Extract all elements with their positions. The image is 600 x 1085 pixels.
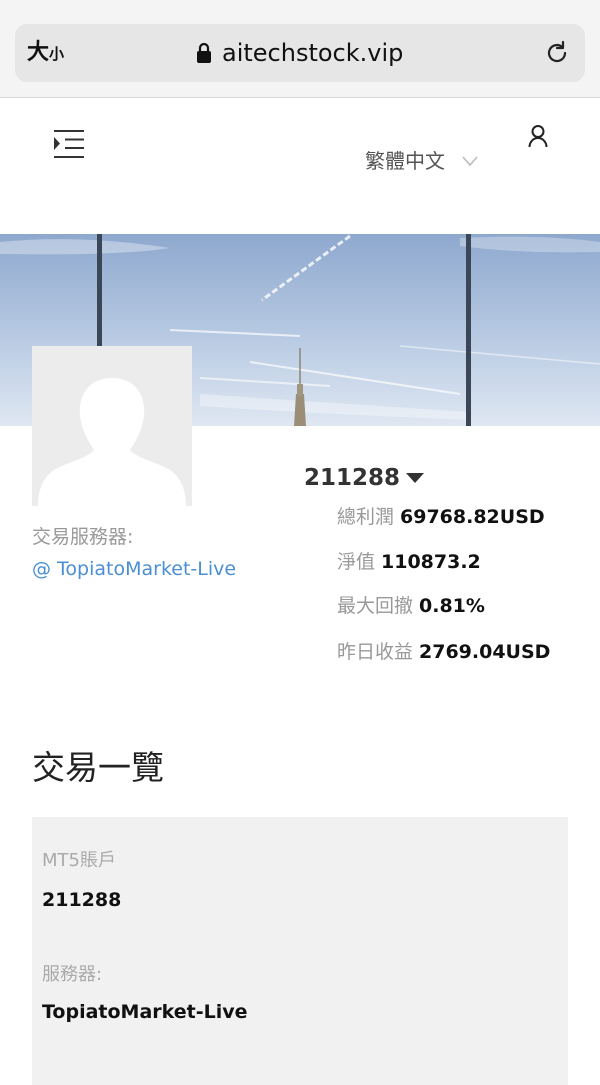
mt5-account-label: MT5賬戶 bbox=[42, 850, 116, 871]
stat-total-profit: 總利潤 69768.82USD bbox=[337, 505, 545, 529]
stat-equity: 淨值 110873.2 bbox=[337, 550, 481, 574]
url-display[interactable]: aitechstock.vip bbox=[196, 38, 403, 68]
menu-toggle-icon[interactable] bbox=[52, 128, 86, 160]
account-selector[interactable]: 211288 bbox=[304, 464, 425, 492]
browser-toolbar: 大小 aitechstock.vip bbox=[0, 0, 600, 98]
server-label: 交易服務器: bbox=[32, 526, 134, 548]
avatar-placeholder-icon bbox=[32, 346, 192, 506]
section-title: 交易一覽 bbox=[32, 748, 164, 787]
mt5-account-value: 211288 bbox=[42, 889, 122, 911]
stat-value: 0.81% bbox=[419, 595, 485, 617]
chevron-down-icon bbox=[462, 156, 478, 167]
caret-down-icon bbox=[406, 473, 425, 483]
stat-max-drawdown: 最大回撤 0.81% bbox=[337, 594, 485, 618]
stat-value: 2769.04USD bbox=[419, 641, 551, 663]
stat-label: 昨日收益 bbox=[337, 641, 414, 663]
lock-icon bbox=[197, 42, 211, 63]
stat-yesterday-profit: 昨日收益 2769.04USD bbox=[337, 640, 550, 664]
card-server-value: TopiatoMarket-Live bbox=[42, 1001, 248, 1023]
reload-icon[interactable] bbox=[543, 39, 571, 67]
text-size-button[interactable]: 大小 bbox=[27, 40, 64, 67]
card-server-label: 服務器: bbox=[42, 964, 103, 985]
stat-label: 淨值 bbox=[337, 551, 376, 573]
server-link[interactable]: @ TopiatoMarket-Live bbox=[32, 557, 236, 581]
text-size-label-small: 小 bbox=[49, 45, 65, 63]
stat-value: 69768.82USD bbox=[400, 506, 545, 528]
url-text: aitechstock.vip bbox=[222, 39, 404, 67]
stat-value: 110873.2 bbox=[381, 551, 481, 573]
language-label: 繁體中文 bbox=[365, 149, 445, 173]
language-select[interactable]: 繁體中文 bbox=[365, 148, 479, 174]
stat-label: 總利潤 bbox=[337, 506, 395, 528]
user-icon[interactable] bbox=[526, 124, 550, 148]
avatar bbox=[32, 346, 192, 506]
trade-overview-card: MT5賬戶 211288 服務器: TopiatoMarket-Live bbox=[32, 817, 568, 1085]
text-size-label-large: 大 bbox=[27, 40, 50, 65]
account-number: 211288 bbox=[304, 465, 401, 491]
stat-label: 最大回撤 bbox=[337, 595, 414, 617]
